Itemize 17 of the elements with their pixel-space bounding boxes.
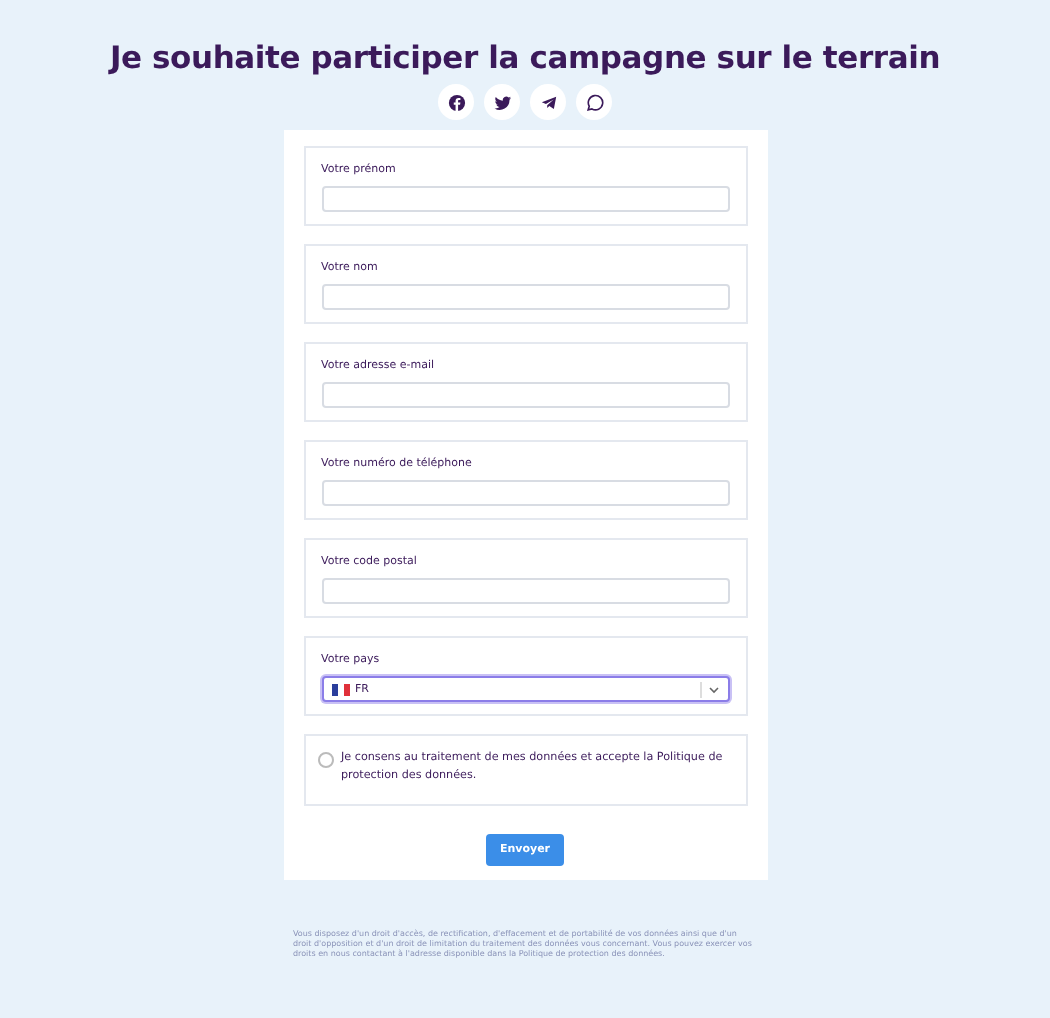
chevron-down-icon (707, 685, 719, 693)
share-button[interactable] (530, 84, 566, 120)
page-title: Je souhaite participer la campagne sur le terrain (109, 38, 941, 80)
share-button[interactable] (484, 84, 520, 120)
bird-icon (493, 93, 511, 111)
checkbox[interactable] (317, 752, 333, 768)
input-field[interactable] (321, 186, 729, 212)
paper-plane-icon (539, 93, 557, 111)
input-field[interactable] (321, 382, 729, 408)
share-button[interactable] (438, 84, 474, 120)
input-field[interactable] (321, 480, 729, 506)
input-field[interactable] (321, 578, 729, 604)
flag-icon (331, 683, 349, 695)
share-button[interactable] (576, 84, 612, 120)
facebook-icon (447, 93, 465, 111)
chat-bubble-icon (585, 93, 603, 111)
input-field[interactable] (321, 284, 729, 310)
